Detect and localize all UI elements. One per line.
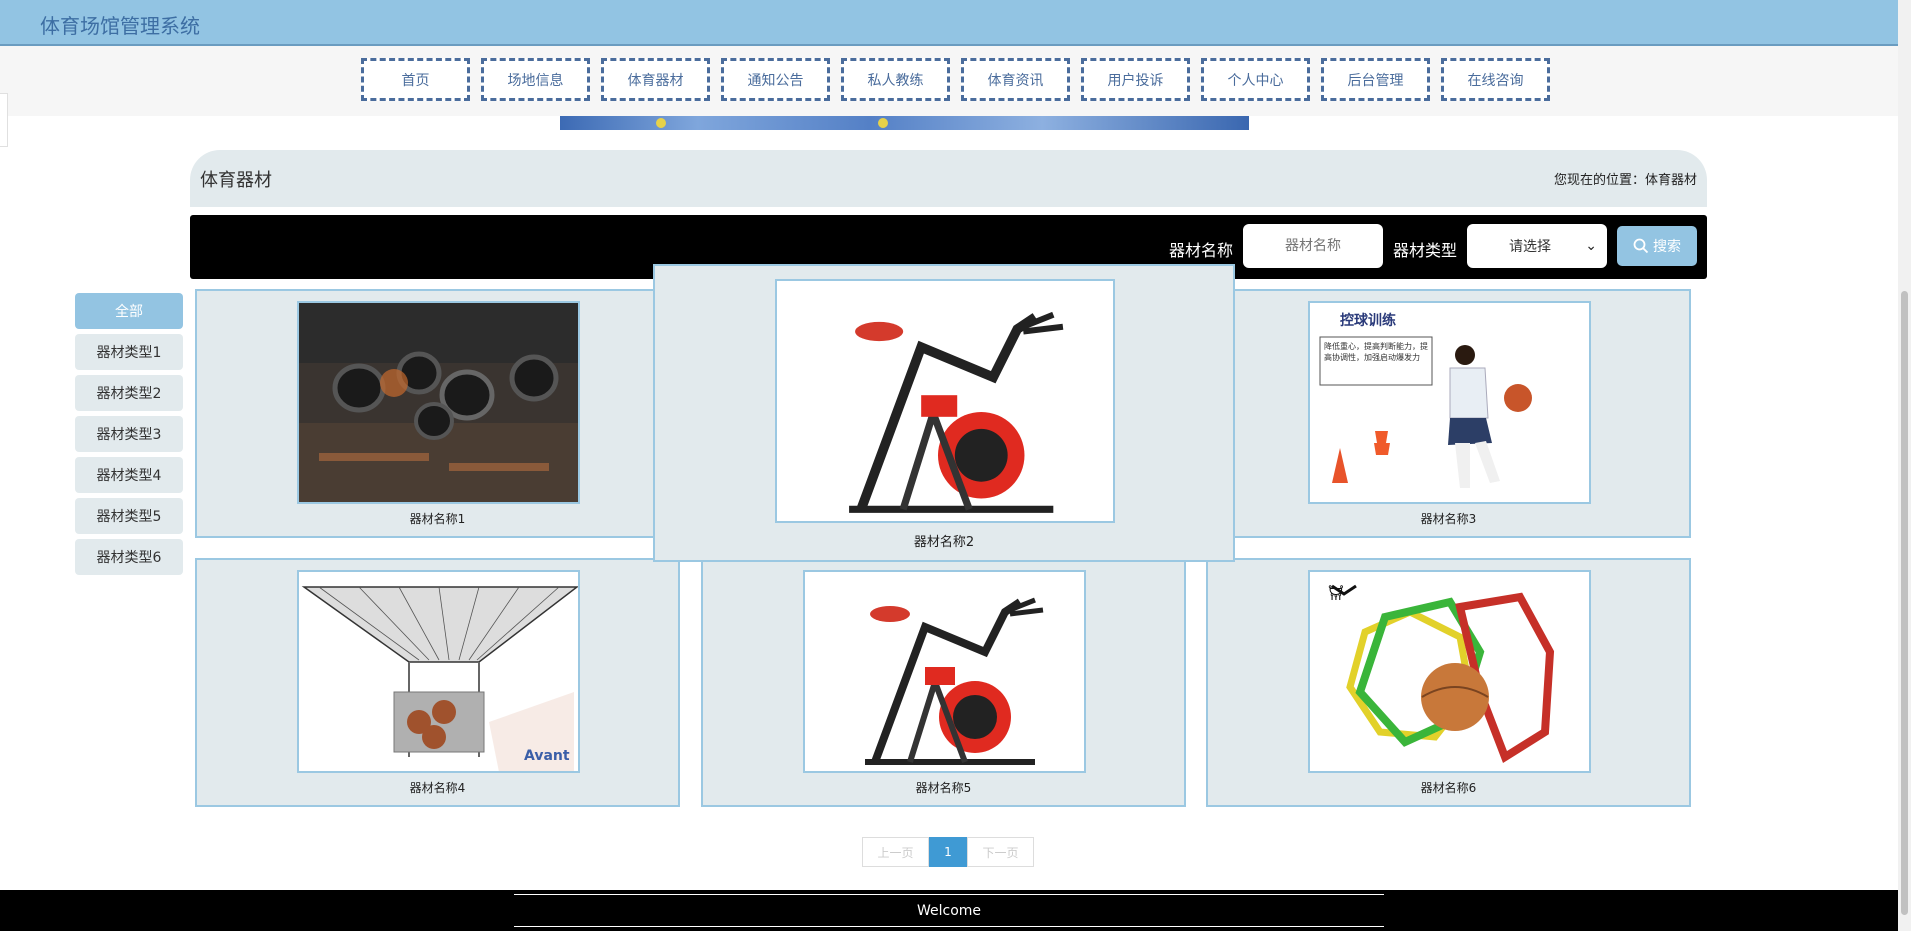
equipment-card[interactable]: 控球训练 降低重心，提高判断能力，提高协调性，加强启动爆发力 器材名称3 <box>1206 289 1691 538</box>
type-select[interactable]: 请选择 ⌄ <box>1467 224 1607 268</box>
ball-control-desc: 降低重心，提高判断能力，提高协调性，加强启动爆发力 <box>1324 342 1428 362</box>
equipment-card-hovered[interactable]: 器材名称2 <box>653 264 1235 562</box>
next-page-button[interactable]: 下一页 <box>967 837 1034 867</box>
category-item[interactable]: 器材类型4 <box>75 457 183 493</box>
main-nav: 首页 场地信息 体育器材 通知公告 私人教练 体育资讯 用户投诉 个人中心 后台… <box>0 46 1898 116</box>
side-float-tab[interactable] <box>0 93 8 147</box>
nav-item-chat[interactable]: 在线咨询 <box>1441 58 1550 101</box>
breadcrumb: 体育器材 您现在的位置：体育器材 <box>190 150 1707 207</box>
page-number-current[interactable]: 1 <box>929 837 967 867</box>
equipment-image-gym-tires[interactable] <box>297 301 580 504</box>
equipment-name[interactable]: 器材名称6 <box>1208 779 1689 796</box>
current-location: 您现在的位置：体育器材 <box>1553 173 1697 188</box>
equipment-card[interactable]: Avant 器材名称4 <box>195 558 680 807</box>
app-title: 体育场馆管理系统 <box>40 14 200 38</box>
scrollbar-thumb[interactable] <box>1901 291 1908 915</box>
equipment-image-ball-control[interactable]: 控球训练 降低重心，提高判断能力，提高协调性，加强启动爆发力 <box>1308 301 1591 504</box>
nav-item-equipment[interactable]: 体育器材 <box>601 58 710 101</box>
app-header: 体育场馆管理系统 <box>0 0 1898 46</box>
nav-item-admin[interactable]: 后台管理 <box>1321 58 1430 101</box>
page-title: 体育器材 <box>200 170 272 191</box>
category-item[interactable]: 器材类型2 <box>75 375 183 411</box>
nav-item-news[interactable]: 体育资讯 <box>961 58 1070 101</box>
pagination: 上一页 1 下一页 <box>862 837 1034 867</box>
search-button-label: 搜索 <box>1653 239 1681 255</box>
category-item[interactable]: 器材类型5 <box>75 498 183 534</box>
category-item[interactable]: 器材类型6 <box>75 539 183 575</box>
type-select-value: 请选择 <box>1509 239 1551 255</box>
equipment-name[interactable]: 器材名称3 <box>1208 510 1689 527</box>
nav-item-profile[interactable]: 个人中心 <box>1201 58 1310 101</box>
ball-control-title: 控球训练 <box>1340 312 1396 329</box>
category-list: 全部 器材类型1 器材类型2 器材类型3 器材类型4 器材类型5 器材类型6 <box>75 293 183 580</box>
nav-item-home[interactable]: 首页 <box>361 58 470 101</box>
prev-page-button[interactable]: 上一页 <box>862 837 929 867</box>
equipment-name[interactable]: 器材名称5 <box>703 779 1184 796</box>
nav-item-complaints[interactable]: 用户投诉 <box>1081 58 1190 101</box>
equipment-name[interactable]: 器材名称4 <box>197 779 678 796</box>
search-icon <box>1633 238 1649 254</box>
category-all[interactable]: 全部 <box>75 293 183 329</box>
equipment-image-spin-bike[interactable] <box>775 279 1115 523</box>
equipment-image-spin-bike[interactable] <box>803 570 1086 773</box>
nav-item-venues[interactable]: 场地信息 <box>481 58 590 101</box>
svg-text:Avant: Avant <box>524 748 570 764</box>
footer: Welcome <box>0 890 1898 931</box>
nav-item-coaches[interactable]: 私人教练 <box>841 58 950 101</box>
equipment-name[interactable]: 器材名称2 <box>655 531 1233 550</box>
type-label: 器材类型 <box>1393 241 1458 260</box>
name-search-input[interactable] <box>1243 224 1383 268</box>
name-label: 器材名称 <box>1169 241 1234 260</box>
search-button[interactable]: 搜索 <box>1617 226 1697 266</box>
equipment-card[interactable]: 器材名称1 <box>195 289 680 538</box>
chevron-down-icon: ⌄ <box>1585 238 1597 254</box>
category-item[interactable]: 器材类型3 <box>75 416 183 452</box>
equipment-card[interactable]: 器材名称5 <box>701 558 1186 807</box>
equipment-image-agility-rings[interactable]: 𐃠 <box>1308 570 1591 773</box>
banner-image <box>560 116 1249 130</box>
nav-item-notices[interactable]: 通知公告 <box>721 58 830 101</box>
category-item[interactable]: 器材类型1 <box>75 334 183 370</box>
equipment-name[interactable]: 器材名称1 <box>197 510 678 527</box>
equipment-card[interactable]: 𐃠 器材名称6 <box>1206 558 1691 807</box>
equipment-image-basketball-machine[interactable]: Avant <box>297 570 580 773</box>
footer-welcome: Welcome <box>514 894 1384 927</box>
